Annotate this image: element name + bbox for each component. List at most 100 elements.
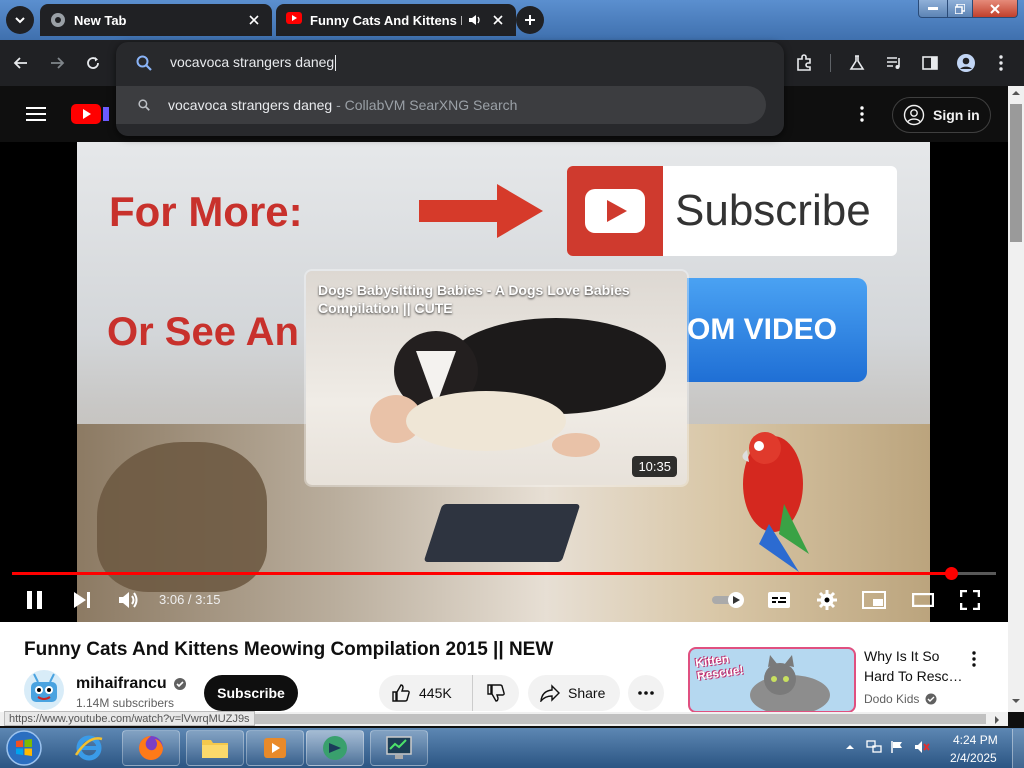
- reload-button[interactable]: [82, 52, 104, 74]
- monitor-chart-icon: [384, 735, 414, 761]
- subscribe-button[interactable]: Subscribe: [204, 675, 298, 711]
- miniplayer-icon: [862, 591, 886, 609]
- media-controls-button[interactable]: [883, 52, 905, 74]
- new-tab-button[interactable]: [516, 6, 544, 34]
- scroll-right-arrow-icon[interactable]: [994, 715, 1000, 725]
- settings-button[interactable]: [815, 588, 839, 612]
- taskbar-task-manager[interactable]: [370, 730, 428, 766]
- audio-playing-icon[interactable]: [468, 14, 482, 26]
- video-text-or-see: Or See An: [107, 310, 299, 354]
- minimize-button[interactable]: [918, 0, 948, 18]
- taskbar-firefox[interactable]: [122, 730, 180, 766]
- sign-in-button[interactable]: Sign in: [892, 97, 991, 133]
- youtube-logo[interactable]: [71, 103, 115, 125]
- like-dislike-group: 445K: [379, 675, 519, 711]
- tab-youtube-video[interactable]: Funny Cats And Kittens Me: [276, 4, 516, 36]
- start-button[interactable]: [4, 729, 44, 767]
- endcard-duration: 10:35: [632, 456, 677, 477]
- recommended-menu-button[interactable]: [972, 651, 980, 669]
- endscreen-video-card[interactable]: Dogs Babysitting Babies - A Dogs Love Ba…: [304, 269, 689, 487]
- theater-mode-button[interactable]: [911, 588, 935, 612]
- dislike-button[interactable]: [473, 675, 519, 711]
- show-desktop-button[interactable]: [1012, 729, 1024, 768]
- recommended-thumbnail[interactable]: Kitten Rescue!: [688, 647, 856, 713]
- show-hidden-icons-button[interactable]: [846, 744, 854, 750]
- clock-date[interactable]: 2/4/2025: [950, 751, 997, 765]
- close-icon[interactable]: [488, 10, 508, 30]
- folder-icon: [200, 735, 230, 761]
- action-center-tray-icon[interactable]: [890, 740, 904, 754]
- internet-explorer-icon: [74, 733, 104, 763]
- chrome-menu-button[interactable]: [990, 52, 1012, 74]
- back-button[interactable]: [10, 52, 32, 74]
- pause-button[interactable]: [23, 588, 47, 612]
- share-button[interactable]: Share: [528, 675, 620, 711]
- omnibox-suggestion[interactable]: vocavoca strangers daneg - CollabVM Sear…: [116, 86, 766, 124]
- guide-menu-button[interactable]: [26, 106, 46, 122]
- like-button[interactable]: 445K: [379, 675, 473, 711]
- chrome-globe-icon: [50, 12, 66, 28]
- subtitles-button[interactable]: [767, 588, 791, 612]
- restore-button[interactable]: [947, 0, 973, 18]
- forward-button[interactable]: [46, 52, 68, 74]
- more-options-button[interactable]: [860, 106, 868, 124]
- video-scene-tablet: [423, 504, 581, 562]
- vnc-client-icon: [320, 733, 350, 763]
- gear-icon: [817, 590, 837, 610]
- puzzle-icon: [795, 54, 813, 72]
- taskbar-file-explorer[interactable]: [186, 730, 244, 766]
- thumbs-down-icon: [486, 683, 506, 703]
- autoplay-toggle-icon: [712, 592, 746, 608]
- close-icon[interactable]: [244, 10, 264, 30]
- account-circle-icon: [956, 53, 976, 73]
- taskbar-media-player[interactable]: [246, 730, 304, 766]
- share-label: Share: [568, 685, 606, 701]
- omnibox-dropdown: vocavoca strangers daneg vocavoca strang…: [116, 42, 784, 136]
- address-bar-input[interactable]: vocavoca strangers daneg: [170, 54, 337, 72]
- tab-search-button[interactable]: [6, 6, 34, 34]
- status-url-bubble: https://www.youtube.com/watch?v=lVwrqMUZ…: [4, 711, 255, 726]
- autoplay-toggle[interactable]: [712, 588, 746, 612]
- recommended-channel[interactable]: Dodo Kids: [864, 692, 937, 706]
- video-title: Funny Cats And Kittens Meowing Compilati…: [24, 639, 554, 660]
- chevron-down-icon: [14, 14, 26, 26]
- video-subscribe-graphic: Subscribe: [567, 166, 897, 256]
- side-panel-button[interactable]: [919, 52, 941, 74]
- minimize-icon: [928, 6, 938, 11]
- profile-button[interactable]: [955, 52, 977, 74]
- video-player[interactable]: For More: Subscribe Or See An DOM VIDEO …: [0, 142, 1008, 622]
- thumbs-up-icon: [391, 683, 411, 703]
- taskbar-internet-explorer[interactable]: [64, 730, 114, 766]
- scroll-down-arrow-icon[interactable]: [1011, 698, 1021, 704]
- avatar[interactable]: [24, 670, 64, 710]
- network-tray-icon[interactable]: [866, 740, 882, 754]
- text-caret: [335, 55, 337, 72]
- recommended-title[interactable]: Why Is It So Hard To Resc…: [864, 646, 964, 686]
- scroll-up-arrow-icon[interactable]: [1011, 90, 1021, 96]
- volume-tray-icon[interactable]: [914, 740, 930, 754]
- vertical-scrollbar-thumb[interactable]: [1010, 104, 1022, 242]
- miniplayer-button[interactable]: [862, 588, 886, 612]
- search-icon: [136, 55, 152, 71]
- labs-button[interactable]: [846, 52, 868, 74]
- close-icon: [990, 3, 1000, 14]
- arrow-right-icon: [49, 55, 65, 71]
- taskbar-vnc-client[interactable]: [306, 730, 364, 766]
- network-icon: [866, 740, 882, 754]
- address-bar-text: vocavoca strangers daneg: [170, 54, 335, 70]
- extensions-button[interactable]: [793, 52, 815, 74]
- flask-icon: [848, 54, 866, 72]
- tab-new-tab[interactable]: New Tab: [40, 4, 272, 36]
- tab-title: New Tab: [74, 12, 127, 28]
- close-window-button[interactable]: [972, 0, 1018, 18]
- arrow-left-icon: [13, 55, 29, 71]
- clock-time[interactable]: 4:24 PM: [953, 733, 998, 747]
- windows-logo-icon: [6, 730, 42, 766]
- channel-name[interactable]: mihaifrancu: [76, 675, 187, 693]
- fullscreen-button[interactable]: [958, 588, 982, 612]
- mute-button[interactable]: [117, 588, 141, 612]
- like-count: 445K: [419, 685, 452, 701]
- more-actions-button[interactable]: [628, 675, 664, 711]
- next-button[interactable]: [70, 588, 94, 612]
- reload-icon: [85, 55, 101, 71]
